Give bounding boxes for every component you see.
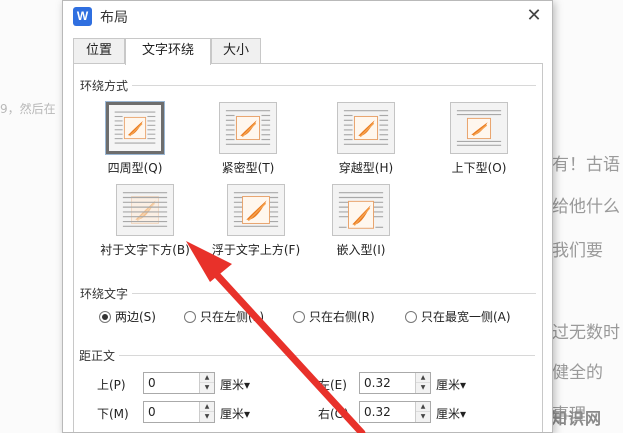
spinner-buttons: ▲ ▼ <box>415 373 430 393</box>
spinner-buttons: ▲ ▼ <box>415 402 430 422</box>
spin-up-icon[interactable]: ▲ <box>416 402 430 412</box>
wrap-option-label: 穿越型(H) <box>338 161 394 175</box>
radio-label: 只在右侧(R) <box>309 310 375 324</box>
spinner-buttons: ▲ ▼ <box>199 373 214 393</box>
wrap-top-bottom-icon <box>450 102 508 154</box>
right-distance-input[interactable] <box>360 402 416 422</box>
spin-down-icon[interactable]: ▼ <box>200 412 214 422</box>
wrap-option-behind-text[interactable]: 衬于文字下方(B) <box>90 184 200 258</box>
radio-label: 两边(S) <box>115 310 156 324</box>
wps-app-icon: W <box>73 7 92 26</box>
wrap-square-icon <box>106 102 164 154</box>
left-unit-dropdown[interactable]: 厘米▾ <box>436 376 466 393</box>
spin-up-icon[interactable]: ▲ <box>200 373 214 383</box>
wrap-inline-icon <box>332 184 390 236</box>
top-distance-spinner[interactable]: ▲ ▼ <box>143 372 215 394</box>
right-distance-label: 右(G) <box>318 407 349 421</box>
top-distance-label: 上(P) <box>97 378 126 392</box>
radio-right-only[interactable]: 只在右侧(R) <box>293 308 375 325</box>
top-distance-input[interactable] <box>144 373 200 393</box>
wrap-style-heading: 环绕方式 <box>80 77 133 94</box>
section-divider <box>80 85 536 86</box>
spin-down-icon[interactable]: ▼ <box>416 412 430 422</box>
wrap-option-tight[interactable]: 紧密型(T) <box>193 102 303 176</box>
bottom-distance-label: 下(M) <box>97 407 129 421</box>
left-distance-input[interactable] <box>360 373 416 393</box>
document-line: 过无数时 <box>552 323 620 343</box>
radio-indicator <box>405 311 417 323</box>
radio-indicator <box>293 311 305 323</box>
right-distance-spinner[interactable]: ▲ ▼ <box>359 401 431 423</box>
top-unit-dropdown[interactable]: 厘米▾ <box>220 376 250 393</box>
radio-largest-side[interactable]: 只在最宽一侧(A) <box>405 308 511 325</box>
wrap-tight-icon <box>219 102 277 154</box>
close-icon[interactable]: ✕ <box>523 5 545 27</box>
wrap-option-label: 上下型(O) <box>451 161 507 175</box>
section-divider <box>79 355 535 356</box>
radio-indicator <box>99 311 111 323</box>
left-distance-spinner[interactable]: ▲ ▼ <box>359 372 431 394</box>
tab-size[interactable]: 大小 <box>211 38 261 64</box>
radio-left-only[interactable]: 只在左侧(L) <box>184 308 264 325</box>
bottom-unit-dropdown[interactable]: 厘米▾ <box>220 405 250 422</box>
spin-up-icon[interactable]: ▲ <box>416 373 430 383</box>
wrap-option-label: 衬于文字下方(B) <box>100 243 190 257</box>
tab-position[interactable]: 位置 <box>73 38 125 64</box>
wrap-option-label: 紧密型(T) <box>221 161 275 175</box>
title-bar[interactable]: W 布局 ✕ <box>63 1 552 33</box>
tab-text-wrapping[interactable]: 文字环绕 <box>125 38 211 65</box>
radio-both-sides[interactable]: 两边(S) <box>99 308 156 325</box>
spinner-buttons: ▲ ▼ <box>199 402 214 422</box>
spin-up-icon[interactable]: ▲ <box>200 402 214 412</box>
bottom-distance-spinner[interactable]: ▲ ▼ <box>143 401 215 423</box>
wrap-option-square[interactable]: 四周型(Q) <box>80 102 190 176</box>
wrap-option-label: 嵌入型(I) <box>336 243 386 257</box>
left-distance-label: 左(E) <box>318 378 347 392</box>
wrap-option-in-front-of-text[interactable]: 浮于文字上方(F) <box>201 184 311 258</box>
wrap-option-top-bottom[interactable]: 上下型(O) <box>424 102 534 176</box>
document-text-left: 9，然后在 <box>0 102 56 116</box>
layout-dialog: W 布局 ✕ 位置 文字环绕 大小 环绕方式 四周型(Q) 紧密型(T) 穿越型… <box>62 0 553 433</box>
wrap-through-icon <box>337 102 395 154</box>
document-line: 我们要 <box>552 241 603 261</box>
radio-label: 只在最宽一侧(A) <box>421 310 511 324</box>
document-line: 给他什么 <box>552 197 620 217</box>
spin-down-icon[interactable]: ▼ <box>200 383 214 393</box>
wrap-option-label: 四周型(Q) <box>107 161 163 175</box>
radio-indicator <box>184 311 196 323</box>
radio-label: 只在左侧(L) <box>200 310 265 324</box>
wrap-option-through[interactable]: 穿越型(H) <box>311 102 421 176</box>
document-line: 健全的 <box>552 363 603 383</box>
wrap-option-label: 浮于文字上方(F) <box>211 243 301 257</box>
spin-down-icon[interactable]: ▼ <box>416 383 430 393</box>
wrap-behind-text-icon <box>116 184 174 236</box>
bottom-distance-input[interactable] <box>144 402 200 422</box>
section-divider <box>80 293 536 294</box>
wrap-text-heading: 环绕文字 <box>80 285 133 302</box>
distance-heading: 距正文 <box>79 347 120 364</box>
document-line: 有！古语 <box>552 155 620 175</box>
dialog-title: 布局 <box>100 10 128 26</box>
wrap-in-front-icon <box>227 184 285 236</box>
right-unit-dropdown[interactable]: 厘米▾ <box>436 405 466 422</box>
wrap-option-inline[interactable]: 嵌入型(I) <box>306 184 416 258</box>
